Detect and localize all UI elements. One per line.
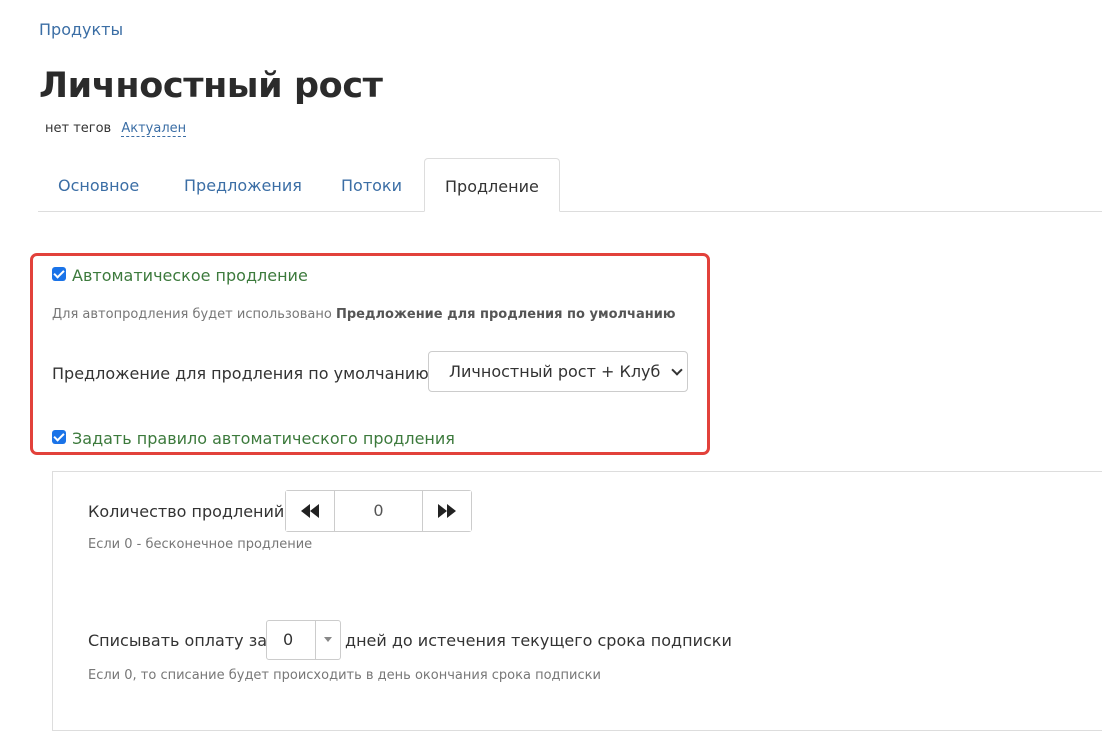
default-offer-select[interactable]: Личностный рост + Клуб	[428, 351, 688, 392]
no-tags-label: нет тегов	[45, 121, 112, 136]
charge-days-input[interactable]: 0	[266, 620, 341, 660]
caret-down-icon	[324, 637, 332, 642]
increment-button[interactable]	[422, 491, 471, 531]
page-title: Личностный рост	[39, 66, 383, 106]
charge-prefix: Списывать оплату за	[88, 631, 267, 650]
default-offer-value: Личностный рост + Клуб	[449, 362, 661, 381]
rule-checkbox[interactable]	[52, 430, 66, 444]
tag-row: нет тегов Актуален	[45, 121, 187, 137]
default-offer-label: Предложение для продления по умолчанию:	[52, 364, 435, 383]
charge-suffix: дней до истечения текущего срока подписк…	[345, 631, 732, 650]
auto-renew-hint: Для автопродления будет использовано Пре…	[52, 307, 675, 322]
count-stepper: 0	[285, 490, 472, 532]
auto-renew-label[interactable]: Автоматическое продление	[72, 266, 308, 285]
status-link[interactable]: Актуален	[121, 121, 187, 137]
count-label: Количество продлений	[88, 502, 285, 521]
double-left-icon	[301, 504, 319, 518]
auto-renew-hint-text: Для автопродления будет использовано	[52, 307, 332, 322]
chevron-down-icon	[671, 364, 683, 376]
tabs-bar: Основное Предложения Потоки Продление	[38, 158, 1102, 212]
auto-renew-hint-bold: Предложение для продления по умолчанию	[335, 307, 676, 322]
decrement-button[interactable]	[286, 491, 335, 531]
charge-days-value: 0	[283, 630, 294, 649]
tab-offers[interactable]: Предложения	[164, 158, 322, 211]
tab-streams[interactable]: Потоки	[321, 158, 422, 211]
rule-label[interactable]: Задать правило автоматического продления	[72, 429, 455, 448]
tab-main[interactable]: Основное	[38, 158, 159, 211]
tab-renewal[interactable]: Продление	[424, 158, 560, 212]
double-right-icon	[438, 504, 456, 518]
breadcrumb-products[interactable]: Продукты	[39, 20, 123, 39]
count-hint: Если 0 - бесконечное продление	[88, 537, 313, 552]
count-input[interactable]: 0	[335, 491, 422, 531]
charge-days-dropdown[interactable]	[315, 621, 340, 659]
charge-hint: Если 0, то списание будет происходить в …	[88, 668, 601, 683]
auto-renew-checkbox[interactable]	[52, 267, 66, 281]
